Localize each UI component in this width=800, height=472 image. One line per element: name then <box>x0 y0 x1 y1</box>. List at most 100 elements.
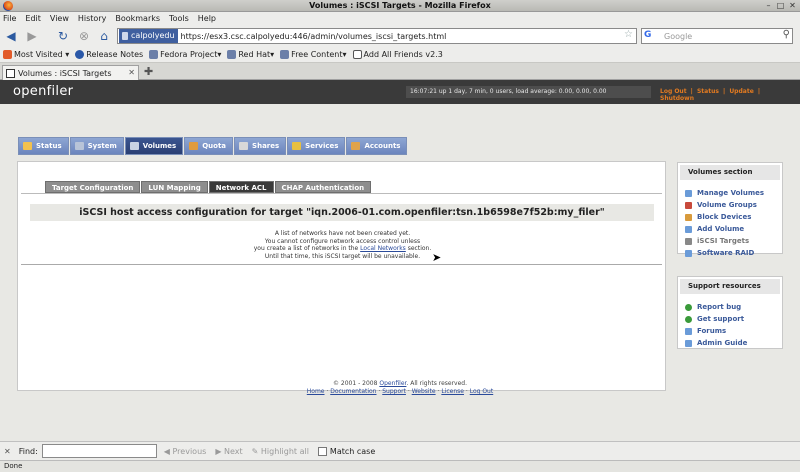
sidebar-item-iscsi-targets[interactable]: iSCSI Targets <box>678 235 782 247</box>
sidebar-item-add-volume[interactable]: Add Volume <box>678 223 782 235</box>
menu-file[interactable]: File <box>3 14 16 23</box>
find-previous-button[interactable]: ◀ Previous <box>164 447 207 456</box>
navigation-toolbar: ◀ ▶ ↻ ⊗ ⌂ calpolyedu https://esx3.csc.ca… <box>0 25 800 47</box>
sidebar-item-report-bug[interactable]: Report bug <box>678 301 782 313</box>
sidebar-item-get-support[interactable]: Get support <box>678 313 782 325</box>
find-next-button[interactable]: ▶ Next <box>215 447 242 456</box>
bookmark-most-visited[interactable]: Most Visited ▾ <box>3 50 69 59</box>
page-heading: iSCSI host access configuration for targ… <box>30 204 654 221</box>
subtab-lun-mapping[interactable]: LUN Mapping <box>141 181 208 193</box>
tab-services[interactable]: Services <box>287 137 346 155</box>
footer-documentation-link[interactable]: Documentation <box>330 388 376 395</box>
page-viewport: openfiler 16:07:21 up 1 day, 7 min, 0 us… <box>0 80 800 441</box>
bookmark-red-hat[interactable]: Red Hat ▾ <box>227 50 274 59</box>
tab-accounts[interactable]: Accounts <box>346 137 408 155</box>
bookmark-release-notes[interactable]: Release Notes <box>75 50 143 59</box>
url-text[interactable]: https://esx3.csc.calpolyedu:446/admin/vo… <box>181 32 447 41</box>
get-support-icon <box>685 315 692 323</box>
openfiler-link[interactable]: Openfiler <box>379 380 406 387</box>
menu-bookmarks[interactable]: Bookmarks <box>115 14 160 23</box>
bookmarks-toolbar: Most Visited ▾ Release Notes Fedora Proj… <box>0 47 800 63</box>
window-titlebar: Volumes : iSCSI Targets - Mozilla Firefo… <box>0 0 800 12</box>
match-case-checkbox[interactable] <box>317 446 327 456</box>
tab-quota[interactable]: Quota <box>184 137 234 155</box>
manage-volumes-icon <box>685 189 692 197</box>
iscsi-targets-icon <box>685 237 692 245</box>
sidebar-item-volume-groups[interactable]: Volume Groups <box>678 199 782 211</box>
tab-system[interactable]: System <box>69 137 124 155</box>
bookmark-add-all-friends[interactable]: Add All Friends v2.3 <box>352 50 443 59</box>
close-tab-icon[interactable]: ✕ <box>128 68 135 77</box>
block-devices-icon <box>685 213 692 221</box>
report-bug-icon <box>685 303 692 311</box>
folder-icon <box>149 50 159 59</box>
sidebar-item-admin-guide[interactable]: Admin Guide <box>678 337 782 349</box>
sidebar-item-software-raid[interactable]: Software RAID <box>678 247 782 259</box>
sidebar-item-block-devices[interactable]: Block Devices <box>678 211 782 223</box>
no-networks-message: A list of networks have not been created… <box>253 230 432 260</box>
highlight-all-button[interactable]: ✎ Highlight all <box>252 447 309 456</box>
menu-edit[interactable]: Edit <box>25 14 41 23</box>
close-find-bar-icon[interactable]: ✕ <box>4 447 11 456</box>
menu-tools[interactable]: Tools <box>169 14 189 23</box>
top-links: Log Out | Status | Update | Shutdown <box>660 88 761 102</box>
sidebar-item-manage-volumes[interactable]: Manage Volumes <box>678 187 782 199</box>
url-bar[interactable]: calpolyedu https://esx3.csc.calpolyedu:4… <box>117 28 637 44</box>
bookmark-free-content[interactable]: Free Content ▾ <box>280 50 347 59</box>
logout-link[interactable]: Log Out <box>660 88 687 95</box>
menu-bar: File Edit View History Bookmarks Tools H… <box>0 12 800 25</box>
menu-history[interactable]: History <box>78 14 106 23</box>
footer-support-link[interactable]: Support <box>382 388 406 395</box>
local-networks-link[interactable]: Local Networks <box>360 245 406 252</box>
footer-logout-link[interactable]: Log Out <box>470 388 494 395</box>
add-volume-icon <box>685 225 692 233</box>
tab-shares[interactable]: Shares <box>234 137 287 155</box>
bookmark-star-icon[interactable]: ☆ <box>624 29 633 40</box>
site-identity-button[interactable]: calpolyedu <box>119 29 178 43</box>
folder-icon <box>280 50 290 59</box>
page-footer: © 2001 - 2008 Openfiler. All rights rese… <box>306 380 494 395</box>
find-input[interactable] <box>41 444 157 458</box>
google-search-engine-icon[interactable]: G <box>644 30 651 40</box>
tab-status[interactable]: Status <box>18 137 69 155</box>
maximize-icon[interactable]: □ <box>776 1 785 10</box>
volumes-section-title: Volumes section <box>680 165 780 180</box>
software-raid-icon <box>685 249 692 257</box>
status-icon <box>23 142 32 150</box>
mouse-cursor-icon: ➤ <box>432 251 442 264</box>
tab-volumes-iscsi-targets[interactable]: Volumes : iSCSI Targets ✕ <box>2 65 139 80</box>
volumes-section-box: Volumes section Manage Volumes Volume Gr… <box>677 162 783 257</box>
search-magnifier-icon[interactable]: ⚲ <box>783 29 790 40</box>
minimize-icon[interactable]: – <box>764 1 773 10</box>
find-bar: ✕ Find: ◀ Previous ▶ Next ✎ Highlight al… <box>0 441 800 460</box>
reload-icon[interactable]: ↻ <box>55 28 71 44</box>
update-link[interactable]: Update <box>729 88 753 95</box>
forums-icon <box>685 327 692 335</box>
search-input[interactable]: G Google ⚲ <box>641 28 793 44</box>
shutdown-link[interactable]: Shutdown <box>660 95 694 102</box>
status-link[interactable]: Status <box>697 88 719 95</box>
tab-bar: Volumes : iSCSI Targets ✕ ✚ <box>0 63 800 80</box>
tab-volumes[interactable]: Volumes <box>124 137 184 155</box>
close-icon[interactable]: ✕ <box>788 1 797 10</box>
sidebar-item-forums[interactable]: Forums <box>678 325 782 337</box>
footer-website-link[interactable]: Website <box>412 388 436 395</box>
menu-view[interactable]: View <box>50 14 69 23</box>
back-icon[interactable]: ◀ <box>3 28 19 44</box>
iscsi-subtabs: Target Configuration LUN Mapping Network… <box>45 181 372 193</box>
main-content-panel: Target Configuration LUN Mapping Network… <box>17 161 666 391</box>
bookmark-fedora-project[interactable]: Fedora Project ▾ <box>149 50 221 59</box>
footer-home-link[interactable]: Home <box>307 388 325 395</box>
subtab-target-configuration[interactable]: Target Configuration <box>45 181 141 193</box>
shares-icon <box>239 142 249 150</box>
openfiler-header: openfiler 16:07:21 up 1 day, 7 min, 0 us… <box>0 80 800 104</box>
menu-help[interactable]: Help <box>198 14 216 23</box>
home-icon[interactable]: ⌂ <box>96 28 112 44</box>
subtab-network-acl[interactable]: Network ACL <box>208 181 274 193</box>
forward-icon[interactable]: ▶ <box>24 28 40 44</box>
new-tab-icon[interactable]: ✚ <box>144 65 153 78</box>
stop-icon[interactable]: ⊗ <box>76 28 92 44</box>
footer-license-link[interactable]: License <box>441 388 464 395</box>
support-resources-box: Support resources Report bug Get support… <box>677 276 783 349</box>
subtab-chap-authentication[interactable]: CHAP Authentication <box>274 181 372 193</box>
